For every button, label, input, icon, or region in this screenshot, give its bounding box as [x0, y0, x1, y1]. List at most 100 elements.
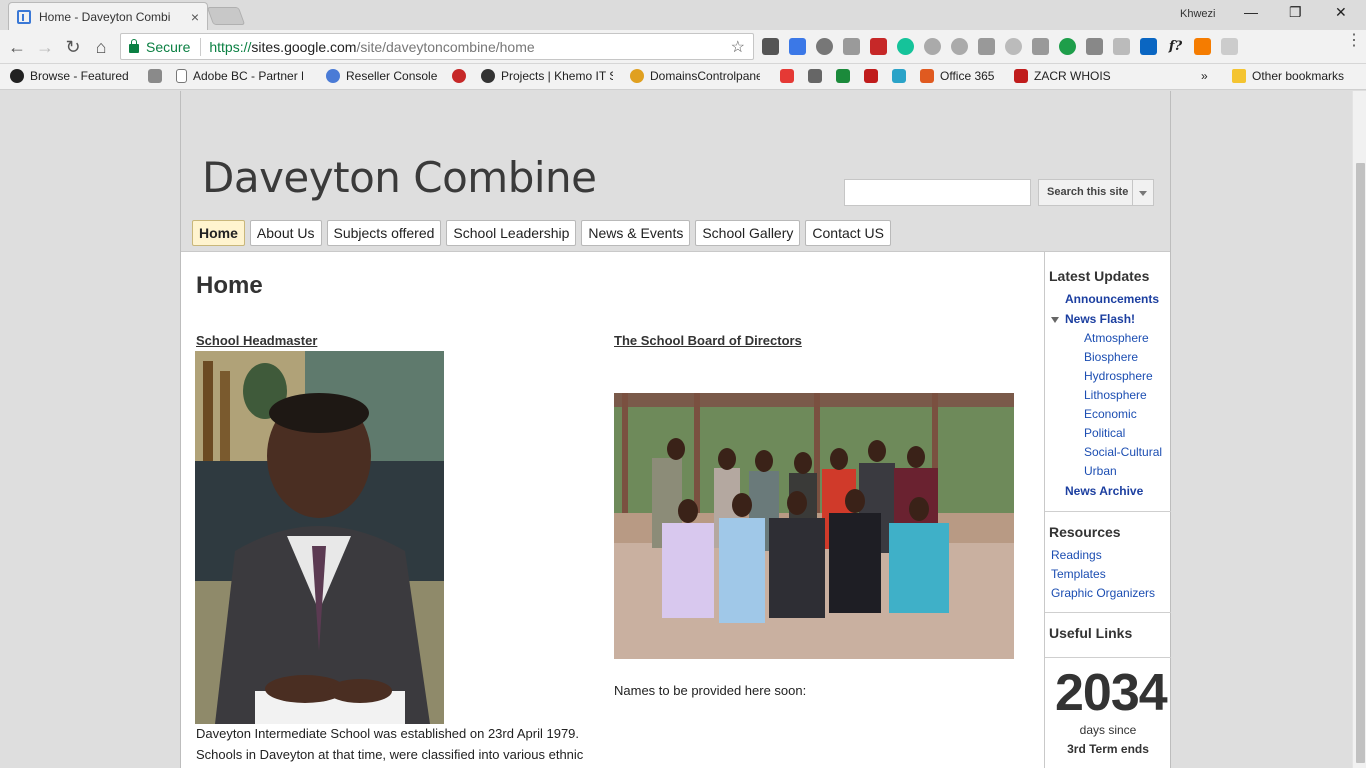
other-bookmarks[interactable]: Other bookmarks: [1232, 69, 1344, 83]
bookmark-item[interactable]: [780, 69, 800, 83]
sidebar-news-biosphere[interactable]: Biosphere: [1084, 350, 1138, 364]
bookmark-item[interactable]: [808, 69, 828, 83]
pdf-icon[interactable]: [870, 38, 887, 55]
resources-heading: Resources: [1049, 524, 1121, 540]
ext-puzzle-icon[interactable]: [1086, 38, 1103, 55]
sidebar-announcements[interactable]: Announcements: [1065, 292, 1159, 306]
board-heading[interactable]: The School Board of Directors: [614, 333, 802, 348]
bookmark-item[interactable]: DomainsControlpane: [630, 69, 760, 83]
drive-icon[interactable]: [843, 38, 860, 55]
sidebar-news-lithosphere[interactable]: Lithosphere: [1084, 388, 1147, 402]
evernote-icon[interactable]: [762, 38, 779, 55]
nav-school-leadership[interactable]: School Leadership: [446, 220, 577, 246]
sidebar-news-political[interactable]: Political: [1084, 426, 1125, 440]
url-host: sites.google.com: [251, 38, 357, 55]
sidebar: Latest Updates Announcements News Flash!…: [1044, 251, 1171, 768]
headmaster-photo[interactable]: [195, 351, 444, 724]
bookmark-item[interactable]: [892, 69, 912, 83]
extension-blue-icon[interactable]: [789, 38, 806, 55]
browser-tab-active[interactable]: Home - Daveyton Combi ×: [8, 2, 208, 30]
sidebar-news-urban[interactable]: Urban: [1084, 464, 1117, 478]
ext-square-icon[interactable]: [1221, 38, 1238, 55]
bookmarks-overflow-icon[interactable]: »: [1201, 69, 1208, 83]
sidebar-news-archive[interactable]: News Archive: [1065, 484, 1143, 498]
zacr-icon: [864, 69, 878, 83]
domains-icon: [630, 69, 644, 83]
bookmark-item[interactable]: [864, 69, 884, 83]
nav-about-us[interactable]: About Us: [249, 220, 322, 246]
forward-icon[interactable]: →: [34, 36, 56, 58]
page-scrollbar[interactable]: [1352, 91, 1366, 768]
board-group-photo[interactable]: [614, 393, 1014, 659]
bookmark-star-icon[interactable]: ☆: [731, 37, 745, 57]
chrome-menu-icon[interactable]: ⋮: [1346, 33, 1362, 49]
restore-icon[interactable]: ❐: [1289, 4, 1302, 21]
bookmark-label: Browse - Featured: [30, 69, 129, 83]
new-tab-button[interactable]: [206, 7, 246, 25]
nav-subjects-offered[interactable]: Subjects offered: [326, 220, 442, 246]
sidebar-news-social-cultural[interactable]: Social-Cultural: [1084, 445, 1162, 459]
sidebar-news-flash[interactable]: News Flash!: [1065, 312, 1135, 326]
url-protocol: https://: [209, 38, 252, 55]
linkedin-icon[interactable]: [1140, 38, 1157, 55]
bookmark-label: Projects | Khemo IT S: [501, 69, 613, 83]
back-icon[interactable]: ←: [6, 36, 28, 58]
ext-gray-icon[interactable]: [1005, 38, 1022, 55]
green-dot-icon[interactable]: [1059, 38, 1076, 55]
site-title[interactable]: Daveyton Combine: [202, 153, 597, 202]
bookmark-item[interactable]: Adobe BC - Partner F: [176, 69, 303, 83]
address-bar[interactable]: Secure https:// sites.google.com /site/d…: [120, 33, 754, 60]
bookmark-red-icon: [452, 69, 466, 83]
nav-news-events[interactable]: News & Events: [581, 220, 691, 246]
ext-circle-icon[interactable]: [924, 38, 941, 55]
names-note: Names to be provided here soon:: [614, 683, 807, 698]
bookmark-item[interactable]: Office 365: [920, 69, 994, 83]
sidebar-graphic-organizers[interactable]: Graphic Organizers: [1051, 586, 1155, 600]
latest-updates-heading: Latest Updates: [1049, 268, 1150, 284]
reseller-icon: [326, 69, 340, 83]
k-ext-icon[interactable]: [978, 38, 995, 55]
bookmark-item[interactable]: [452, 69, 472, 83]
bookmark-label: Adobe BC - Partner F: [193, 69, 303, 83]
search-site-button[interactable]: Search this site: [1038, 179, 1133, 206]
ext-alert-icon[interactable]: [1113, 38, 1130, 55]
profile-name[interactable]: Khwezi: [1180, 8, 1215, 20]
tab-close-icon[interactable]: ×: [191, 9, 199, 25]
search-options-dropdown[interactable]: [1133, 179, 1154, 206]
site-nav: Home About Us Subjects offered School Le…: [192, 220, 891, 246]
reload-icon[interactable]: ↻: [62, 36, 84, 58]
nav-home[interactable]: Home: [192, 220, 245, 246]
bookmark-item[interactable]: [148, 69, 168, 83]
gear-ext-icon[interactable]: [816, 38, 833, 55]
nav-school-gallery[interactable]: School Gallery: [695, 220, 801, 246]
adobe-bc-icon: [148, 69, 162, 83]
collapse-triangle-icon[interactable]: [1051, 317, 1059, 323]
ext-feather-icon[interactable]: [1032, 38, 1049, 55]
bookmark-item[interactable]: Reseller Console: [326, 69, 437, 83]
sidebar-news-hydrosphere[interactable]: Hydrosphere: [1084, 369, 1153, 383]
bookmark-item[interactable]: ZACR WHOIS: [1014, 69, 1111, 83]
sidebar-templates[interactable]: Templates: [1051, 567, 1106, 581]
bookmark-item[interactable]: Browse - Featured: [10, 69, 129, 83]
page-title: Home: [196, 272, 263, 299]
grammarly-icon[interactable]: [897, 38, 914, 55]
sidebar-readings[interactable]: Readings: [1051, 548, 1102, 562]
nav-contact-us[interactable]: Contact US: [805, 220, 891, 246]
play-ext-icon[interactable]: [1194, 38, 1211, 55]
sidebar-news-economic[interactable]: Economic: [1084, 407, 1137, 421]
font-ext-icon[interactable]: f?: [1167, 38, 1184, 55]
skype-icon[interactable]: [951, 38, 968, 55]
sidebar-news-atmosphere[interactable]: Atmosphere: [1084, 331, 1149, 345]
minimize-icon[interactable]: —: [1244, 4, 1258, 20]
bookmark-item[interactable]: Projects | Khemo IT S: [481, 69, 613, 83]
main-content: Home School Headmaster Daveyton Intermed…: [181, 251, 1044, 768]
headmaster-heading[interactable]: School Headmaster: [196, 333, 317, 348]
home-icon[interactable]: ⌂: [90, 36, 112, 58]
office-icon: [920, 69, 934, 83]
site-search-input[interactable]: [844, 179, 1031, 206]
sidebar-divider: [1045, 511, 1171, 512]
window-close-icon[interactable]: ✕: [1335, 4, 1347, 21]
scrollbar-thumb[interactable]: [1356, 163, 1365, 763]
bookmark-item[interactable]: [836, 69, 856, 83]
browser-titlebar: Home - Daveyton Combi × Khwezi — ❐ ✕: [0, 0, 1366, 30]
